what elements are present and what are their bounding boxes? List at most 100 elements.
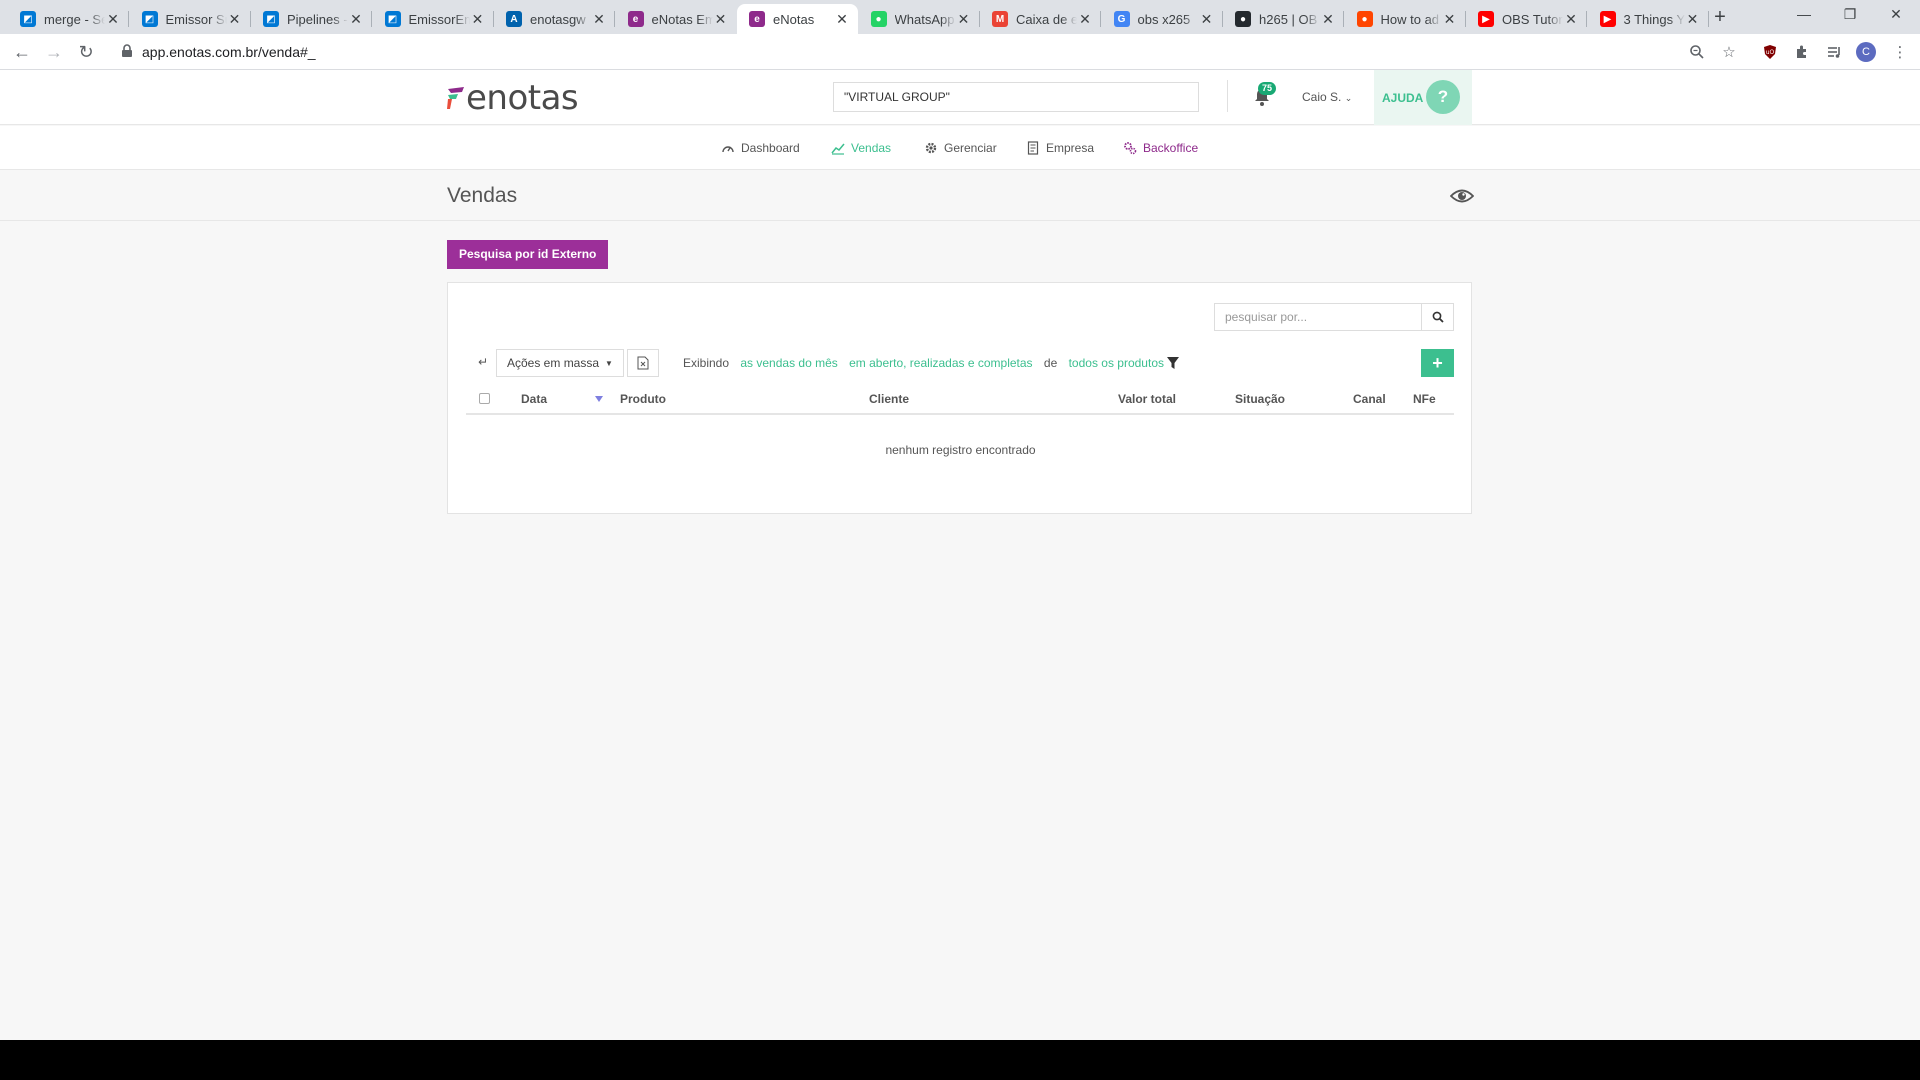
user-menu[interactable]: Caio S. ⌄ <box>1302 90 1352 104</box>
sort-desc-icon[interactable] <box>595 396 603 402</box>
nav-label-dashboard: Dashboard <box>741 141 800 155</box>
browser-tab[interactable]: ◩ Emissor Su ✕ <box>130 4 251 34</box>
browser-menu-icon[interactable]: ⋮ <box>1888 40 1912 64</box>
close-window-button[interactable]: ✕ <box>1874 0 1918 30</box>
browser-tab-title: eNotas Em <box>651 11 713 27</box>
close-tab-icon[interactable]: ✕ <box>1320 11 1336 27</box>
company-search-input[interactable] <box>833 82 1199 112</box>
filter-period-link[interactable]: as vendas do mês <box>740 356 837 370</box>
browser-tab-title: h265 | OB <box>1259 11 1318 27</box>
browser-tab[interactable]: ◩ Pipelines - ✕ <box>251 4 372 34</box>
new-tab-button[interactable]: + <box>1708 6 1732 30</box>
close-tab-icon[interactable]: ✕ <box>713 11 729 27</box>
close-tab-icon[interactable]: ✕ <box>1685 11 1701 27</box>
close-tab-icon[interactable]: ✕ <box>834 11 850 27</box>
sort-order-icon[interactable]: ↵ <box>478 355 488 369</box>
reddit-icon: ● <box>1356 11 1373 27</box>
close-tab-icon[interactable]: ✕ <box>1199 11 1215 27</box>
browser-tab[interactable]: Gobs x265 ✕ <box>1102 4 1223 34</box>
browser-tab[interactable]: e eNotas Em ✕ <box>616 4 737 34</box>
back-button[interactable]: ← <box>8 38 36 66</box>
ublock-extension-icon[interactable]: uO <box>1758 40 1782 64</box>
caret-down-icon: ▼ <box>605 358 613 368</box>
zoom-icon[interactable] <box>1685 40 1709 64</box>
azure-icon: A <box>506 11 522 27</box>
sales-search-input[interactable] <box>1215 304 1421 330</box>
app-header: enotas 75 Caio S. ⌄ AJUDA ? <box>0 70 1920 125</box>
browser-tab-title: Pipelines - <box>287 11 348 27</box>
question-icon: ? <box>1426 80 1460 114</box>
nav-item-empresa[interactable]: Empresa <box>1026 141 1094 155</box>
empty-table-message: nenhum registro encontrado <box>885 443 1036 457</box>
bookmark-star-icon[interactable]: ☆ <box>1717 40 1741 64</box>
eye-icon[interactable] <box>1450 187 1474 205</box>
sales-search-box <box>1214 303 1454 331</box>
sales-panel: ↵ Ações em massa ▼ Exibindo as vendas do… <box>447 282 1472 514</box>
browser-tab-title: eNotas <box>773 11 815 27</box>
browser-tab[interactable]: ● How to ad ✕ <box>1345 4 1466 34</box>
browser-tab-title: OBS Tutor <box>1502 11 1563 27</box>
help-label: AJUDA <box>1382 91 1424 105</box>
azure-devops-icon: ◩ <box>263 11 279 27</box>
close-tab-icon[interactable]: ✕ <box>591 11 607 27</box>
select-all-checkbox[interactable] <box>479 393 490 404</box>
browser-tab[interactable]: Aenotasgw ✕ <box>494 4 615 34</box>
nav-item-vendas[interactable]: Vendas <box>831 141 891 155</box>
filter-status-link[interactable]: em aberto, realizadas e completas <box>849 356 1032 370</box>
close-tab-icon[interactable]: ✕ <box>1563 11 1579 27</box>
close-tab-icon[interactable]: ✕ <box>227 11 243 27</box>
browser-tab[interactable]: ◩ EmissorEm ✕ <box>373 4 494 34</box>
enotas-logo[interactable]: enotas <box>446 81 579 115</box>
forward-button[interactable]: → <box>40 38 68 66</box>
nav-item-dashboard[interactable]: Dashboard <box>721 141 800 155</box>
mass-actions-label: Ações em massa <box>507 356 600 370</box>
extensions-puzzle-icon[interactable] <box>1790 40 1814 64</box>
search-icon <box>1432 311 1444 323</box>
address-bar[interactable]: app.enotas.com.br/venda#_ <box>110 38 1720 66</box>
browser-tab[interactable]: ◩ merge - Se ✕ <box>8 4 129 34</box>
column-header-data[interactable]: Data <box>521 392 547 406</box>
browser-tab[interactable]: M Caixa de e ✕ <box>980 4 1101 34</box>
restore-button[interactable]: ❐ <box>1828 0 1872 30</box>
browser-tab-title: EmissorEm <box>408 11 470 27</box>
export-button[interactable] <box>627 349 659 377</box>
github-icon: ● <box>1235 11 1251 27</box>
nav-item-backoffice[interactable]: Backoffice <box>1123 141 1198 155</box>
export-file-icon <box>637 356 649 370</box>
browser-tab[interactable]: ▶ OBS Tutor ✕ <box>1466 4 1587 34</box>
browser-tab[interactable]: e eNotas ✕ <box>737 4 858 34</box>
browser-toolbar: ← → ↻ app.enotas.com.br/venda#_ ☆ uO C ⋮ <box>0 34 1920 70</box>
azure-devops-icon: ◩ <box>20 11 36 27</box>
nav-label-vendas: Vendas <box>851 141 892 155</box>
filter-funnel-icon[interactable] <box>1167 357 1179 369</box>
header-divider <box>1227 80 1228 112</box>
media-queue-icon[interactable] <box>1822 40 1846 64</box>
azure-devops-icon: ◩ <box>141 11 158 27</box>
nav-label-empresa: Empresa <box>1046 141 1095 155</box>
minimize-button[interactable]: — <box>1782 0 1826 30</box>
external-id-search-button[interactable]: Pesquisa por id Externo <box>447 240 609 269</box>
browser-tab-title: enotasgw <box>530 11 586 27</box>
browser-tab[interactable]: ● WhatsApp ✕ <box>859 4 980 34</box>
browser-tab[interactable]: ● h265 | OB ✕ <box>1223 4 1344 34</box>
browser-tab[interactable]: ▶ 3 Things Y ✕ <box>1588 4 1709 34</box>
close-tab-icon[interactable]: ✕ <box>348 11 364 27</box>
close-tab-icon[interactable]: ✕ <box>956 11 972 27</box>
column-header-nfe: NFe <box>1413 392 1436 406</box>
profile-avatar[interactable]: C <box>1856 42 1876 62</box>
close-tab-icon[interactable]: ✕ <box>470 11 486 27</box>
search-button[interactable] <box>1421 304 1453 330</box>
page-title-bar: Vendas <box>0 171 1920 221</box>
nav-item-gerenciar[interactable]: Gerenciar <box>924 141 997 155</box>
page-title: Vendas <box>447 184 518 207</box>
add-sale-button[interactable]: + <box>1421 349 1454 377</box>
reload-button[interactable]: ↻ <box>72 38 100 66</box>
filter-products-link[interactable]: todos os produtos <box>1069 356 1164 370</box>
close-tab-icon[interactable]: ✕ <box>105 11 121 27</box>
filter-prefix: Exibindo <box>683 356 730 370</box>
close-tab-icon[interactable]: ✕ <box>1442 11 1458 27</box>
close-tab-icon[interactable]: ✕ <box>1077 11 1093 27</box>
help-button[interactable]: AJUDA ? <box>1374 70 1472 125</box>
google-icon: G <box>1113 11 1130 27</box>
mass-actions-dropdown[interactable]: Ações em massa ▼ <box>496 349 624 377</box>
